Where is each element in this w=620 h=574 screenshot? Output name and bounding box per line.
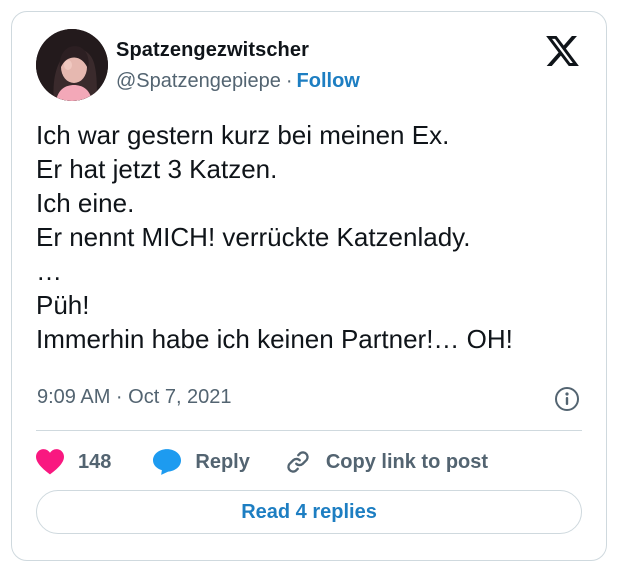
handle-row: @Spatzengepiepe · Follow (116, 70, 360, 93)
like-count: 148 (78, 450, 112, 473)
divider (36, 430, 582, 431)
read-replies-button[interactable]: Read 4 replies (36, 490, 582, 534)
info-icon[interactable] (554, 386, 580, 412)
link-icon (287, 451, 309, 473)
reply-button[interactable]: Reply (153, 449, 250, 475)
display-name[interactable]: Spatzengezwitscher (116, 39, 309, 62)
copy-link-label: Copy link to post (325, 450, 489, 473)
handle-separator: · (285, 70, 293, 92)
handle[interactable]: @Spatzengepiepe (116, 70, 281, 92)
copy-link-button[interactable]: Copy link to post (284, 448, 488, 476)
action-bar: 148 Reply Copy link to post (36, 446, 488, 478)
tweet-text: Ich war gestern kurz bei meinen Ex. Er h… (36, 120, 513, 354)
reply-label: Reply (195, 450, 250, 473)
timestamp[interactable]: 9:09 AM · Oct 7, 2021 (37, 386, 232, 409)
avatar[interactable] (36, 29, 108, 101)
like-button[interactable]: 148 (36, 449, 111, 475)
x-logo-icon[interactable] (546, 36, 579, 66)
tweet-card: Spatzengezwitscher @Spatzengepiepe · Follo… (11, 11, 607, 561)
follow-link[interactable]: Follow (297, 70, 360, 92)
heart-icon (36, 449, 64, 475)
speech-bubble-icon (153, 449, 182, 475)
